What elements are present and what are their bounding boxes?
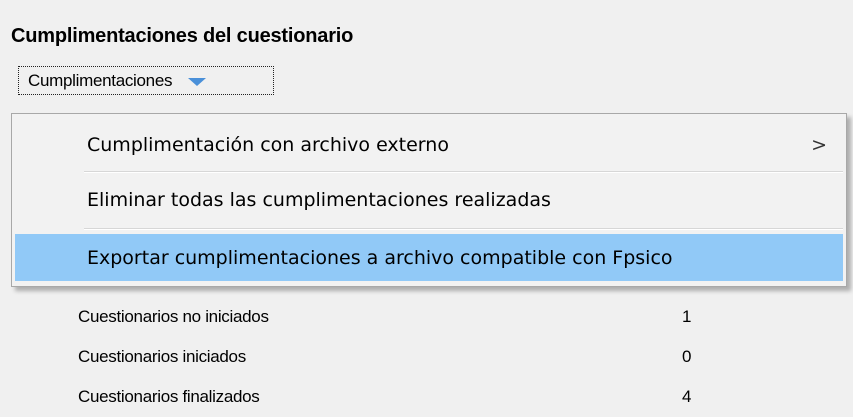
menu-item-label: Eliminar todas las cumplimentaciones rea… (87, 188, 551, 211)
table-row: Cuestionarios no iniciados 1 (0, 297, 853, 337)
context-menu: Cumplimentación con archivo externo > El… (11, 113, 847, 287)
table-row: Cuestionarios iniciados 0 (0, 337, 853, 377)
menu-separator (84, 228, 843, 230)
table-row: Cuestionarios finalizados 4 (0, 377, 853, 417)
section-title: Cumplimentaciones del cuestionario (11, 25, 354, 47)
menu-item-exportar[interactable]: Exportar cumplimentaciones a archivo com… (15, 234, 843, 281)
cumplimentaciones-dropdown-button[interactable]: Cumplimentaciones (18, 66, 274, 95)
menu-item-label: Exportar cumplimentaciones a archivo com… (87, 246, 673, 269)
dropdown-label: Cumplimentaciones (28, 70, 173, 90)
menu-item-label: Cumplimentación con archivo externo (87, 133, 449, 156)
menu-item-eliminar[interactable]: Eliminar todas las cumplimentaciones rea… (15, 176, 843, 223)
stat-value: 0 (682, 347, 692, 366)
chevron-right-icon: > (811, 133, 827, 156)
stat-value: 1 (682, 307, 692, 326)
stat-label: Cuestionarios finalizados (78, 387, 260, 406)
menu-separator (84, 171, 843, 173)
stat-label: Cuestionarios iniciados (78, 347, 246, 366)
chevron-down-icon (188, 77, 207, 86)
stat-value: 4 (682, 387, 692, 406)
menu-item-archivo-externo[interactable]: Cumplimentación con archivo externo > (15, 121, 843, 168)
stat-label: Cuestionarios no iniciados (78, 307, 269, 326)
